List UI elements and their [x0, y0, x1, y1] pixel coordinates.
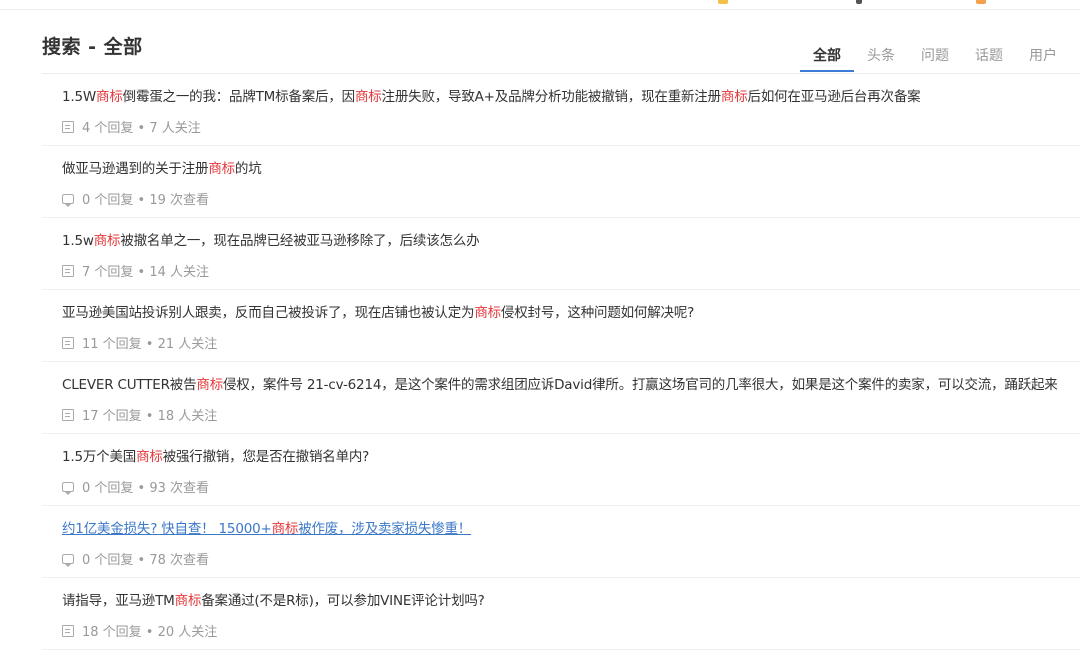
title-text: 被强行撤销，您是否在撤销名单内?: [162, 449, 370, 465]
nav-fragment-icon: [976, 0, 986, 4]
title-text: 请指导，亚马逊TM: [62, 593, 175, 609]
tab-topics[interactable]: 话题: [962, 44, 1016, 72]
list-item: 1.5w商标被撤名单之一，现在品牌已经被亚马逊移除了，后续该怎么办 7 个回复 •…: [42, 218, 1080, 290]
result-title-link[interactable]: 1.5w商标被撤名单之一，现在品牌已经被亚马逊移除了，后续该怎么办: [62, 229, 480, 249]
title-text: 1.5w: [62, 233, 94, 249]
keyword-highlight: 商标: [474, 305, 501, 321]
title-text: 侵权封号，这种问题如何解决呢?: [500, 305, 695, 321]
title-text: 被撤名单之一，现在品牌已经被亚马逊移除了，后续该怎么办: [120, 233, 480, 249]
nav-fragment-icon: [856, 0, 862, 4]
reply-count-text: 0 个回复 • 78 次查看: [82, 553, 210, 568]
title-text: 约1亿美金损失? 快自查！ 15000+: [62, 521, 272, 537]
result-meta: 11 个回复 • 21 人关注: [62, 333, 217, 352]
result-title-link[interactable]: 请指导，亚马逊TM商标备案通过(不是R标)，可以参加VINE评论计划吗?: [62, 589, 485, 609]
reply-count-text: 17 个回复 • 18 人关注: [82, 409, 218, 424]
title-text: 注册失败，导致A+及品牌分析功能被撤销，现在重新注册: [381, 89, 722, 105]
page-title: 搜索 - 全部: [42, 36, 143, 58]
keyword-highlight: 商标: [136, 449, 163, 465]
result-title-link[interactable]: 做亚马逊遇到的关于注册商标的坑: [62, 157, 262, 177]
title-text: 备案通过(不是R标)，可以参加VINE评论计划吗?: [201, 593, 485, 609]
keyword-highlight: 商标: [354, 89, 382, 105]
chat-icon: [62, 193, 74, 207]
title-text: 侵权，案件号 21-cv-6214，是这个案件的需求组团应诉David律所。打赢…: [223, 377, 1058, 393]
tab-headlines[interactable]: 头条: [854, 44, 908, 72]
reply-count-text: 18 个回复 • 20 人关注: [82, 625, 218, 640]
list-item: 亚马逊美国站投诉别人跟卖，反而自己被投诉了，现在店铺也被认定为商标侵权封号，这种…: [42, 290, 1080, 362]
result-title-link[interactable]: CLEVER CUTTER被告商标侵权，案件号 21-cv-6214，是这个案件…: [62, 373, 1058, 393]
result-meta: 7 个回复 • 14 人关注: [62, 261, 209, 280]
chat-icon: [62, 481, 74, 495]
title-text: CLEVER CUTTER被告: [62, 377, 197, 393]
reply-count-text: 7 个回复 • 14 人关注: [82, 265, 210, 280]
reply-count-text: 0 个回复 • 19 次查看: [82, 193, 210, 208]
chat-icon: [62, 553, 74, 567]
doc-icon: [62, 120, 74, 133]
result-title-link[interactable]: 1.5万个美国商标被强行撤销，您是否在撤销名单内?: [62, 445, 369, 465]
list-item: 做亚马逊遇到的关于注册商标的坑 0 个回复 • 19 次查看: [42, 146, 1080, 218]
reply-count-text: 4 个回复 • 7 人关注: [82, 121, 201, 136]
result-meta: 17 个回复 • 18 人关注: [62, 405, 217, 424]
title-text: 1.5万个美国: [62, 449, 137, 465]
list-item: 1.5W商标倒霉蛋之一的我：品牌TM标备案后，因商标注册失败，导致A+及品牌分析…: [42, 74, 1080, 146]
keyword-highlight: 商标: [720, 89, 748, 105]
result-title-link[interactable]: 亚马逊美国站投诉别人跟卖，反而自己被投诉了，现在店铺也被认定为商标侵权封号，这种…: [62, 301, 694, 321]
doc-icon: [62, 264, 74, 277]
nav-fragment-icon: [718, 0, 728, 4]
tab-users[interactable]: 用户: [1016, 44, 1070, 72]
result-meta: 0 个回复 • 93 次查看: [62, 477, 209, 496]
tab-all[interactable]: 全部: [800, 44, 854, 72]
reply-count-text: 0 个回复 • 93 次查看: [82, 481, 210, 496]
keyword-highlight: 商标: [96, 89, 123, 105]
top-nav-strip: [0, 0, 1080, 10]
list-item: 1.5万个美国商标被强行撤销，您是否在撤销名单内? 0 个回复 • 93 次查看: [42, 434, 1080, 506]
search-tabs: 全部 头条 问题 话题 用户: [800, 44, 1070, 74]
doc-icon: [62, 408, 74, 421]
tab-questions[interactable]: 问题: [908, 44, 962, 72]
doc-icon: [62, 624, 74, 637]
result-meta: 0 个回复 • 78 次查看: [62, 549, 209, 568]
result-title-link[interactable]: 约1亿美金损失? 快自查！ 15000+商标被作废，涉及卖家损失惨重！: [62, 517, 471, 537]
title-text: 被作废，涉及卖家损失惨重！: [298, 521, 472, 537]
title-text: 后如何在亚马逊后台再次备案: [747, 89, 921, 105]
result-meta: 4 个回复 • 7 人关注: [62, 117, 201, 136]
result-meta: 0 个回复 • 19 次查看: [62, 189, 209, 208]
list-item: 约1亿美金损失? 快自查！ 15000+商标被作废，涉及卖家损失惨重！ 0 个回复…: [42, 506, 1080, 578]
title-text: 1.5W: [62, 89, 97, 105]
keyword-highlight: 商标: [196, 377, 223, 393]
keyword-highlight: 商标: [174, 593, 202, 609]
result-meta: 18 个回复 • 20 人关注: [62, 621, 217, 640]
title-text: 的坑: [234, 161, 262, 177]
reply-count-text: 11 个回复 • 21 人关注: [82, 337, 218, 352]
search-results-list: 1.5W商标倒霉蛋之一的我：品牌TM标备案后，因商标注册失败，导致A+及品牌分析…: [42, 74, 1080, 650]
title-text: 倒霉蛋之一的我：品牌TM标备案后，因: [122, 89, 355, 105]
keyword-highlight: 商标: [208, 161, 235, 177]
keyword-highlight: 商标: [93, 233, 121, 249]
list-item: 请指导，亚马逊TM商标备案通过(不是R标)，可以参加VINE评论计划吗? 18 个…: [42, 578, 1080, 650]
keyword-highlight: 商标: [271, 521, 299, 537]
list-item: CLEVER CUTTER被告商标侵权，案件号 21-cv-6214，是这个案件…: [42, 362, 1080, 434]
title-text: 亚马逊美国站投诉别人跟卖，反而自己被投诉了，现在店铺也被认定为: [62, 305, 475, 321]
title-text: 做亚马逊遇到的关于注册: [62, 161, 209, 177]
result-title-link[interactable]: 1.5W商标倒霉蛋之一的我：品牌TM标备案后，因商标注册失败，导致A+及品牌分析…: [62, 85, 921, 105]
doc-icon: [62, 336, 74, 349]
